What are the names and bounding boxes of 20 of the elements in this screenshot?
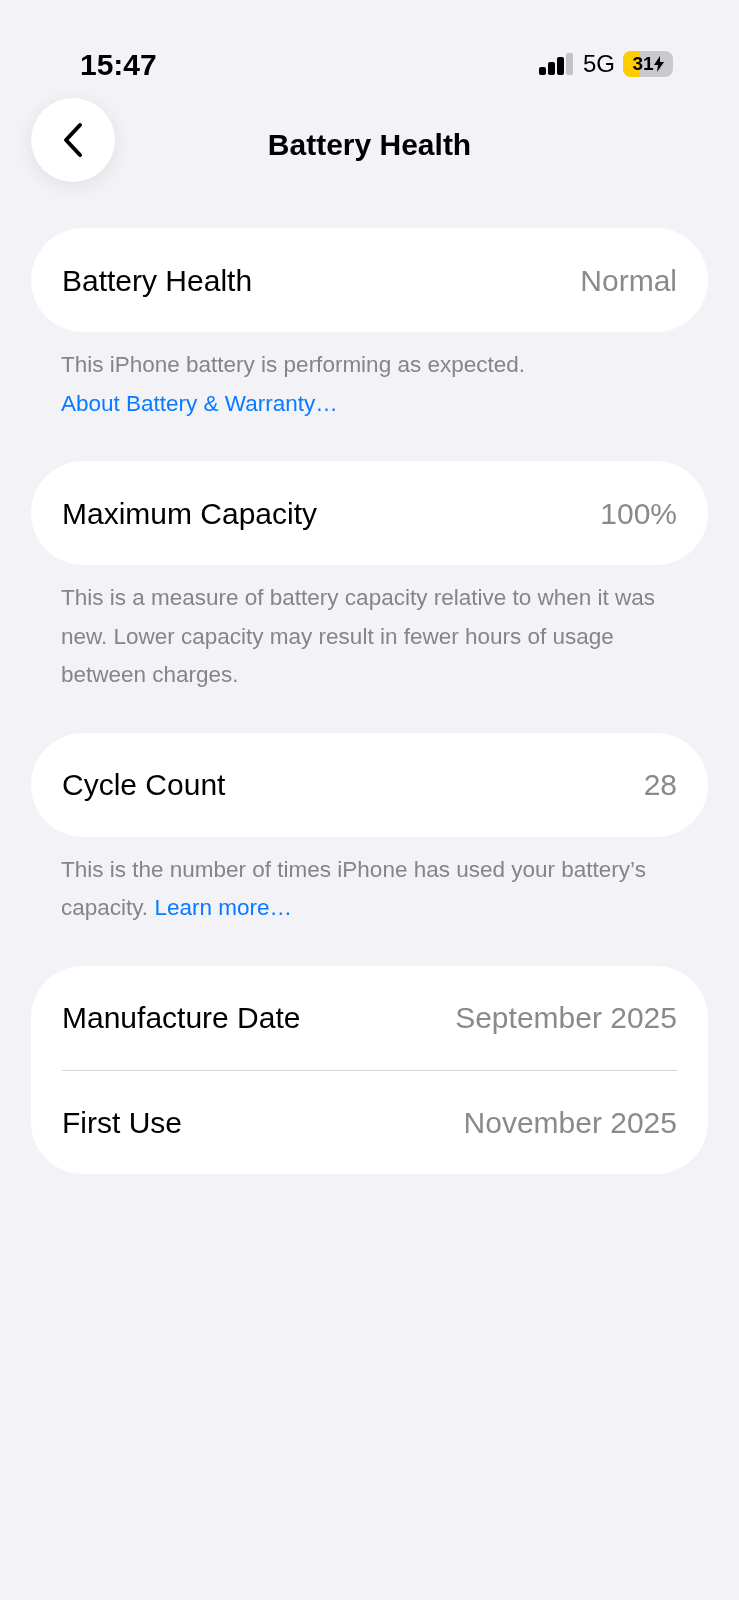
status-time: 15:47 — [80, 46, 157, 83]
row-value: 28 — [643, 767, 677, 803]
row-label: Cycle Count — [62, 767, 226, 803]
row-value: Normal — [580, 262, 677, 299]
back-icon — [62, 122, 84, 158]
row-label: Manufacture Date — [62, 1000, 301, 1036]
row-label: Battery Health — [62, 262, 253, 299]
footer-link[interactable]: Learn more… — [154, 895, 292, 920]
row-value: 100% — [600, 495, 677, 532]
page-title: Battery Health — [267, 127, 472, 163]
row-label: First Use — [62, 1104, 182, 1141]
row-label: Maximum Capacity — [62, 495, 318, 532]
row-value: November 2025 — [463, 1104, 677, 1141]
row-value: September 2025 — [455, 1000, 677, 1036]
signal-icon — [539, 53, 575, 75]
footer-text: This iPhone battery is performing as expected. About Battery & Warranty… — [60, 351, 526, 418]
footer-text: This is the number of times iPhone has used your battery’s capacity. Learn more… — [60, 855, 647, 922]
network-label: 5G — [583, 49, 615, 79]
footer-text: This is a measure of battery capacity relative to when it was new. Lower capacity may result in fewer hours of usage between charges. — [60, 584, 656, 689]
footer-link[interactable]: About Battery & Warranty… — [61, 390, 338, 416]
